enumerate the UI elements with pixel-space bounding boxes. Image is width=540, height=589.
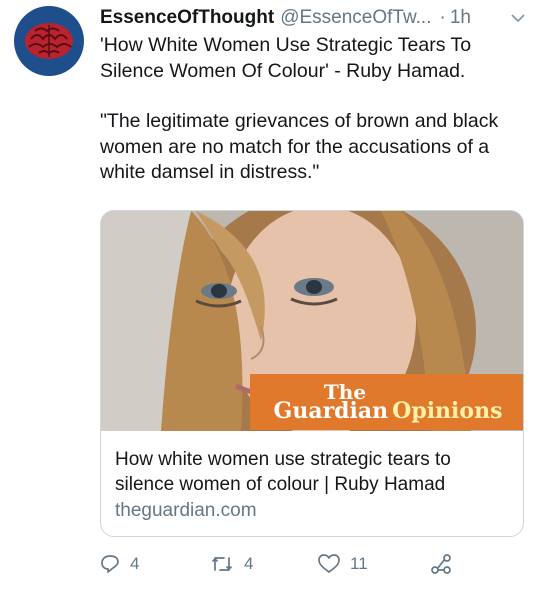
tweet-header: EssenceOfThought @EssenceOfTw... · 1h bbox=[100, 4, 528, 32]
guardian-opinions-logo: The Guardian Opinions bbox=[250, 374, 523, 430]
reply-icon bbox=[101, 555, 119, 573]
user-handle[interactable]: @EssenceOfTw... bbox=[280, 7, 431, 29]
display-name[interactable]: EssenceOfThought bbox=[100, 7, 274, 29]
avatar[interactable] bbox=[14, 6, 84, 76]
link-card[interactable]: The Guardian Opinions How white women us… bbox=[100, 210, 524, 537]
card-domain: theguardian.com bbox=[115, 500, 257, 521]
separator: · bbox=[439, 7, 446, 28]
like-count: 11 bbox=[350, 554, 368, 573]
retweet-button[interactable]: 4 bbox=[210, 552, 318, 576]
like-button[interactable]: 11 bbox=[318, 552, 430, 576]
chevron-down-icon[interactable] bbox=[510, 10, 526, 26]
share-icon bbox=[431, 554, 451, 574]
retweet-icon bbox=[212, 557, 232, 571]
tweet-paragraph: 'How White Women Use Strategic Tears To … bbox=[100, 34, 472, 82]
card-image: The Guardian Opinions bbox=[101, 211, 523, 431]
timestamp[interactable]: 1h bbox=[450, 7, 471, 29]
tweet-paragraph: "The legitimate grievances of brown and … bbox=[100, 110, 499, 183]
retweet-count: 4 bbox=[244, 554, 254, 573]
brand-name: Guardian bbox=[273, 398, 389, 424]
share-button[interactable] bbox=[430, 552, 452, 576]
reply-button[interactable]: 4 bbox=[100, 552, 210, 576]
reply-count: 4 bbox=[130, 554, 140, 573]
heart-icon bbox=[318, 554, 340, 573]
tweet-text: 'How White Women Use Strategic Tears To … bbox=[100, 33, 528, 186]
card-title: How white women use strategic tears to s… bbox=[115, 449, 451, 495]
brain-icon bbox=[25, 23, 73, 59]
tweet-actions: 4 4 11 bbox=[100, 552, 460, 576]
card-body: How white women use strategic tears to s… bbox=[101, 431, 523, 522]
tweet: EssenceOfThought @EssenceOfTw... · 1h 'H… bbox=[100, 4, 528, 186]
brand-section: Opinions bbox=[392, 398, 503, 424]
